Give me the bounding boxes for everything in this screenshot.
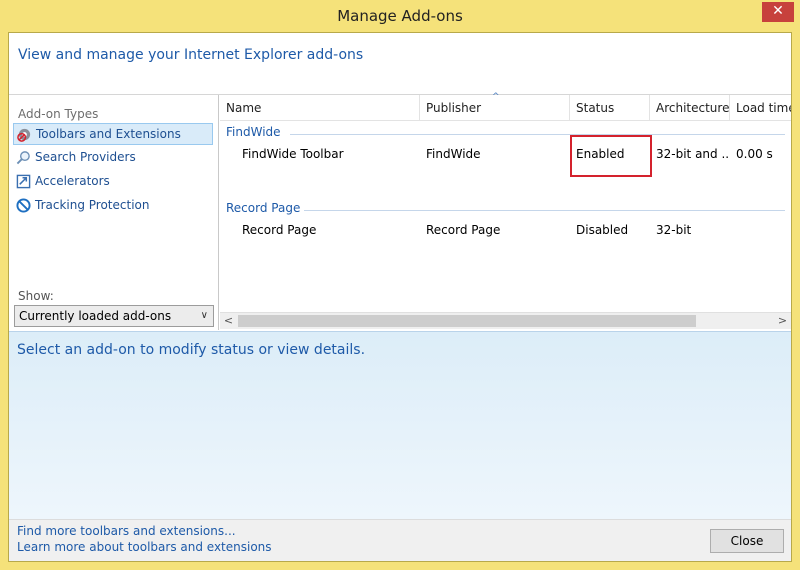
column-headers: Name Publisher ^ Status Architecture Loa… xyxy=(220,92,791,121)
group-header-findwide: FindWide xyxy=(226,125,281,143)
horizontal-scrollbar[interactable]: < > xyxy=(220,312,791,329)
title-bar[interactable]: Manage Add-ons ✕ xyxy=(0,0,800,32)
group-divider xyxy=(304,210,785,211)
group-name: Record Page xyxy=(226,201,301,215)
addons-list: Name Publisher ^ Status Architecture Loa… xyxy=(220,92,791,330)
group-name: FindWide xyxy=(226,125,281,139)
footer-panel: Find more toolbars and extensions... Lea… xyxy=(9,519,791,561)
tracking-protection-icon xyxy=(16,198,31,213)
scroll-right-button[interactable]: > xyxy=(774,313,791,330)
addon-types-panel: Add-on Types Toolbars and Extensions Sea… xyxy=(9,95,219,330)
search-icon xyxy=(16,151,30,165)
scroll-left-button[interactable]: < xyxy=(220,313,237,330)
column-header-architecture[interactable]: Architecture xyxy=(650,95,730,120)
find-more-link[interactable]: Find more toolbars and extensions... xyxy=(17,524,236,538)
addon-type-search-providers[interactable]: Search Providers xyxy=(13,147,213,169)
addon-type-toolbars-extensions[interactable]: Toolbars and Extensions xyxy=(13,123,213,145)
cell-architecture: 32-bit and ... xyxy=(656,147,728,161)
addon-type-label: Toolbars and Extensions xyxy=(36,127,181,141)
column-header-status[interactable]: Status xyxy=(570,95,650,120)
close-button[interactable]: Close xyxy=(710,529,784,553)
window-title: Manage Add-ons xyxy=(337,7,463,25)
cell-name: FindWide Toolbar xyxy=(242,147,344,161)
group-header-record-page: Record Page xyxy=(226,201,300,219)
show-dropdown-value: Currently loaded add-ons xyxy=(19,309,172,323)
scrollbar-thumb[interactable] xyxy=(238,315,696,327)
manage-addons-window: Manage Add-ons ✕ View and manage your In… xyxy=(0,0,800,570)
chevron-down-icon: ∨ xyxy=(200,310,208,321)
group-divider xyxy=(290,134,785,135)
table-row[interactable]: FindWide Toolbar FindWide Enabled 32-bit… xyxy=(220,143,791,165)
addon-types-label: Add-on Types xyxy=(18,107,99,121)
sort-indicator-icon: ^ xyxy=(492,92,500,102)
cell-architecture: 32-bit xyxy=(656,223,692,237)
accelerator-icon xyxy=(16,174,31,189)
gear-icon xyxy=(17,128,31,142)
addon-type-label: Search Providers xyxy=(35,150,136,164)
addon-type-label: Tracking Protection xyxy=(35,198,150,212)
header-panel: View and manage your Internet Explorer a… xyxy=(9,33,791,95)
cell-publisher: FindWide xyxy=(426,147,481,161)
learn-more-link[interactable]: Learn more about toolbars and extensions xyxy=(17,540,272,554)
column-header-load-time[interactable]: Load time xyxy=(730,95,791,120)
status-highlight-box xyxy=(570,135,652,177)
dialog-client-area: View and manage your Internet Explorer a… xyxy=(8,32,792,562)
details-text: Select an add-on to modify status or vie… xyxy=(17,342,366,358)
cell-status: Disabled xyxy=(576,223,629,237)
addon-type-accelerators[interactable]: Accelerators xyxy=(13,171,213,193)
details-panel: Select an add-on to modify status or vie… xyxy=(9,331,791,519)
cell-load-time: 0.00 s xyxy=(736,147,773,161)
table-row[interactable]: Record Page Record Page Disabled 32-bit xyxy=(220,219,791,241)
addon-type-label: Accelerators xyxy=(35,174,110,188)
show-dropdown[interactable]: Currently loaded add-ons ∨ xyxy=(14,305,214,327)
addon-type-tracking-protection[interactable]: Tracking Protection xyxy=(13,195,213,217)
cell-name: Record Page xyxy=(242,223,317,237)
cell-publisher: Record Page xyxy=(426,223,501,237)
column-header-name[interactable]: Name xyxy=(220,95,420,120)
header-text: View and manage your Internet Explorer a… xyxy=(18,47,364,63)
show-label: Show: xyxy=(18,289,54,303)
window-close-button[interactable]: ✕ xyxy=(762,2,794,22)
